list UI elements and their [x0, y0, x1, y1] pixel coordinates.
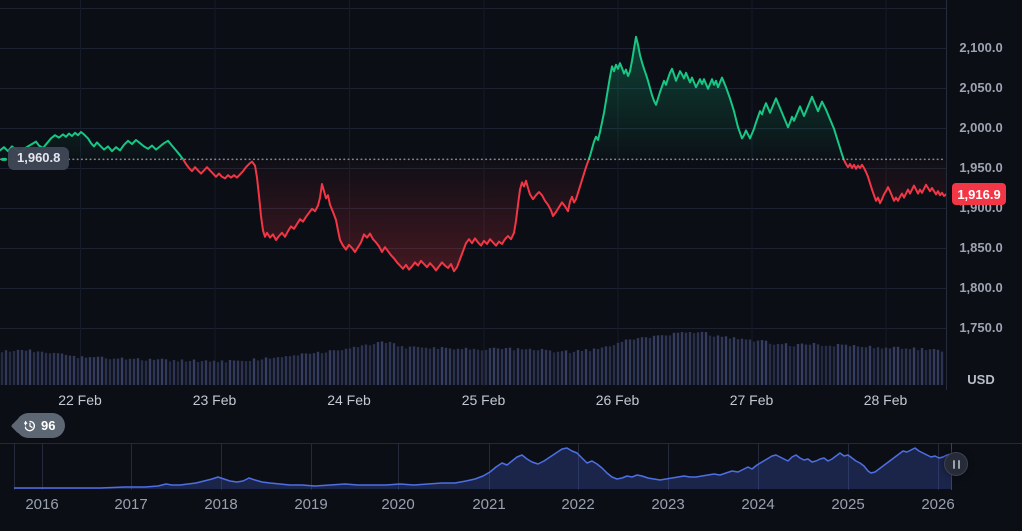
price-tick-label: 1,850.0: [959, 240, 1003, 255]
bars-count-value: 96: [41, 418, 56, 433]
trading-chart-widget: 2,100.0 2,050.0 2,000.0 1,950.0 1,900.0 1,850…: [0, 0, 1022, 531]
price-tick-label: 1,950.0: [959, 160, 1003, 175]
year-tick-label: 2017: [114, 496, 148, 513]
price-tick-label: 1,800.0: [959, 280, 1003, 295]
date-tick-label: 28 Feb: [863, 392, 908, 408]
year-tick-label: 2018: [204, 496, 238, 513]
navigator-range-handle[interactable]: [944, 452, 968, 476]
date-tick-label: 22 Feb: [58, 392, 102, 408]
year-tick-label: 2019: [294, 496, 328, 513]
year-tick-label: 2021: [472, 496, 506, 513]
volume-histogram: [0, 331, 944, 385]
pause-bars-icon: [952, 459, 955, 469]
date-tick-label: 27 Feb: [729, 392, 774, 408]
price-tick-label: 2,100.0: [959, 40, 1003, 55]
date-tick-label: 23 Feb: [192, 392, 237, 408]
year-tick-label: 2026: [921, 496, 955, 513]
currency-label: USD: [967, 372, 995, 387]
year-tick-label: 2022: [561, 496, 595, 513]
price-tick-label: 2,000.0: [959, 120, 1003, 135]
clock-history-icon: [23, 420, 35, 431]
series-start-marker: [1, 157, 7, 161]
bars-count-badge[interactable]: 96: [16, 413, 66, 438]
baseline-price-label: 1,960.8: [8, 147, 70, 170]
year-tick-label: 2020: [381, 496, 415, 513]
year-tick-label: 2023: [651, 496, 685, 513]
year-tick-label: 2016: [25, 496, 59, 513]
price-tick-label: 2,050.0: [959, 80, 1003, 95]
navigator-area: [14, 448, 951, 489]
date-tick-label: 26 Feb: [595, 392, 640, 408]
last-price-badge: 1,916.9: [952, 183, 1006, 205]
year-tick-label: 2024: [741, 496, 775, 513]
chart-canvas[interactable]: [0, 0, 1022, 531]
date-tick-label: 24 Feb: [327, 392, 371, 408]
date-tick-label: 25 Feb: [461, 392, 506, 408]
price-tick-label: 1,750.0: [959, 320, 1003, 335]
year-tick-label: 2025: [831, 496, 865, 513]
